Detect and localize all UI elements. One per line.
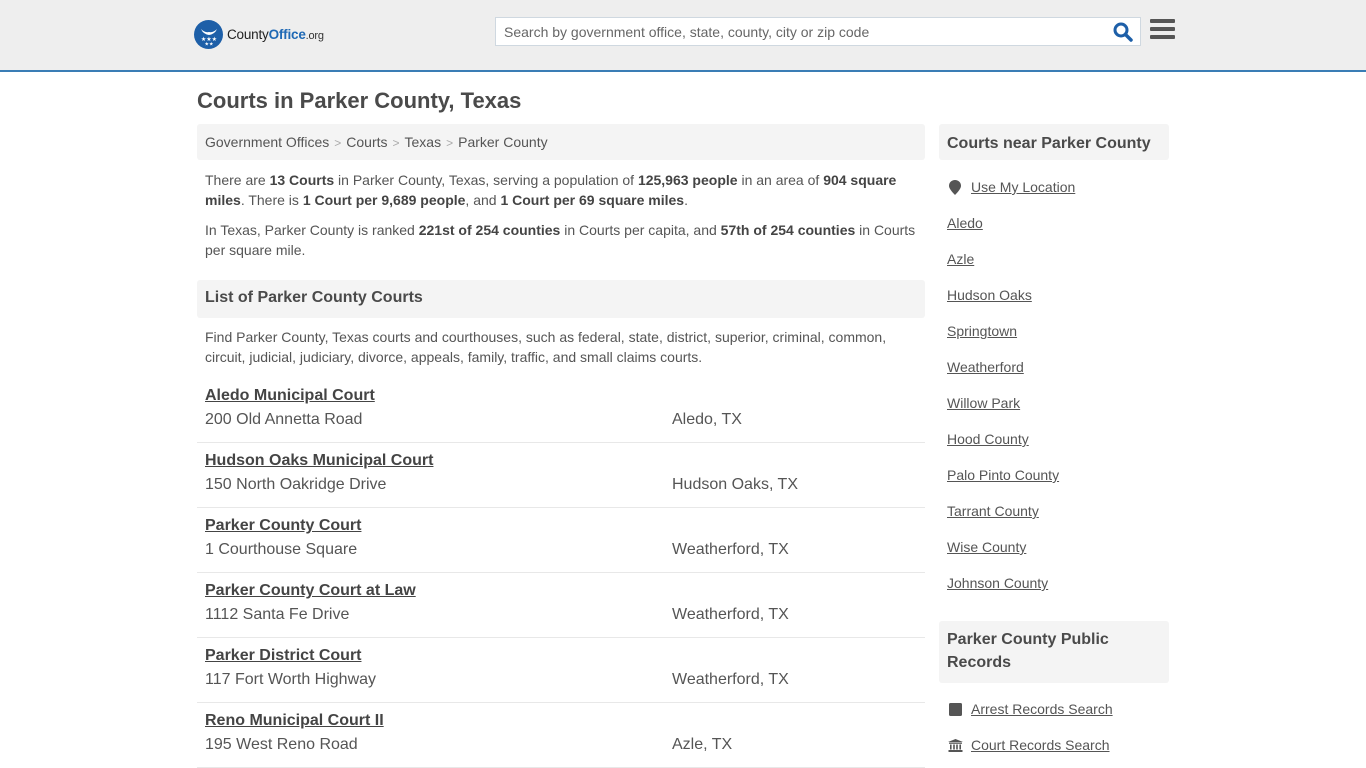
nearby-link[interactable]: Hudson Oaks bbox=[947, 287, 1032, 303]
search-bar bbox=[495, 17, 1141, 46]
use-my-location: Use My Location bbox=[947, 169, 1167, 205]
court-list-item: Parker County Court 1 Courthouse Square … bbox=[197, 508, 925, 573]
nearby-link-hood-county: Hood County bbox=[947, 421, 1167, 457]
intro-text: There are 13 Courts in Parker County, Te… bbox=[205, 170, 921, 270]
court-list-item: Hudson Oaks Municipal Court 150 North Oa… bbox=[197, 443, 925, 508]
court-list-item: Aledo Municipal Court 200 Old Annetta Ro… bbox=[197, 378, 925, 443]
nearby-link[interactable]: Springtown bbox=[947, 323, 1017, 339]
breadcrumb-government-offices[interactable]: Government Offices bbox=[205, 134, 329, 150]
nearby-link[interactable]: Weatherford bbox=[947, 359, 1024, 375]
court-name-link[interactable]: Reno Municipal Court II bbox=[205, 711, 384, 731]
search-input[interactable] bbox=[496, 18, 1096, 45]
nearby-link[interactable]: Tarrant County bbox=[947, 503, 1039, 519]
search-icon[interactable] bbox=[1112, 21, 1134, 43]
public-records-heading: Parker County Public Records bbox=[939, 621, 1169, 683]
nearby-link-palo-pinto-county: Palo Pinto County bbox=[947, 457, 1167, 493]
site-logo[interactable]: ★★★ ★★ CountyOffice.org bbox=[194, 20, 324, 49]
nearby-link-azle: Azle bbox=[947, 241, 1167, 277]
court-city: Azle, TX bbox=[672, 736, 733, 753]
arrest-records-item: Arrest Records Search bbox=[947, 691, 1167, 727]
court-name-link[interactable]: Aledo Municipal Court bbox=[205, 386, 375, 406]
breadcrumb-parker-county[interactable]: Parker County bbox=[458, 134, 547, 150]
arrest-records-link[interactable]: Arrest Records Search bbox=[971, 701, 1113, 717]
court-name-link[interactable]: Hudson Oaks Municipal Court bbox=[205, 451, 433, 471]
arrest-records-icon bbox=[947, 701, 963, 717]
nearby-link-tarrant-county: Tarrant County bbox=[947, 493, 1167, 529]
nearby-courts-list: Use My Location Aledo Azle Hudson Oaks S… bbox=[947, 169, 1167, 601]
court-list-item: Parker County Court at Law 1112 Santa Fe… bbox=[197, 573, 925, 638]
court-name-link[interactable]: Parker County Court bbox=[205, 516, 361, 536]
court-records-link[interactable]: Court Records Search bbox=[971, 737, 1110, 753]
court-list-heading: List of Parker County Courts bbox=[197, 280, 925, 318]
breadcrumb-courts[interactable]: Courts bbox=[346, 134, 387, 150]
court-list-item: Reno Municipal Court II 195 West Reno Ro… bbox=[197, 703, 925, 768]
courthouse-icon bbox=[947, 737, 963, 753]
nearby-link[interactable]: Wise County bbox=[947, 539, 1026, 555]
breadcrumb-separator: > bbox=[392, 136, 400, 150]
svg-text:★★: ★★ bbox=[204, 41, 213, 46]
nearby-link-springtown: Springtown bbox=[947, 313, 1167, 349]
use-my-location-link[interactable]: Use My Location bbox=[971, 179, 1075, 195]
breadcrumb: Government Offices > Courts > Texas > Parker C… bbox=[197, 124, 925, 160]
page-title: Courts in Parker County, Texas bbox=[197, 88, 522, 113]
intro-stats-paragraph: There are 13 Courts in Parker County, Te… bbox=[205, 172, 897, 208]
court-address: 1 Courthouse Square bbox=[205, 541, 358, 558]
court-city: Weatherford, TX bbox=[672, 541, 789, 558]
breadcrumb-separator: > bbox=[334, 136, 342, 150]
nearby-courts-heading: Courts near Parker County bbox=[939, 124, 1169, 160]
nearby-link[interactable]: Azle bbox=[947, 251, 974, 267]
court-list-item: Parker District Court 117 Fort Worth Hig… bbox=[197, 638, 925, 703]
court-name-link[interactable]: Parker District Court bbox=[205, 646, 362, 666]
court-city: Weatherford, TX bbox=[672, 671, 789, 688]
nearby-link[interactable]: Johnson County bbox=[947, 575, 1048, 591]
court-list: Aledo Municipal Court 200 Old Annetta Ro… bbox=[197, 378, 925, 768]
site-header: ★★★ ★★ CountyOffice.org bbox=[0, 0, 1366, 72]
breadcrumb-separator: > bbox=[446, 136, 454, 150]
court-name-link[interactable]: Parker County Court at Law bbox=[205, 581, 416, 601]
nearby-link-hudson-oaks: Hudson Oaks bbox=[947, 277, 1167, 313]
map-marker-icon bbox=[947, 179, 963, 195]
nearby-link[interactable]: Hood County bbox=[947, 431, 1029, 447]
nearby-link[interactable]: Aledo bbox=[947, 215, 983, 231]
intro-ranking-paragraph: In Texas, Parker County is ranked 221st … bbox=[205, 222, 916, 258]
court-address: 195 West Reno Road bbox=[205, 736, 358, 753]
logo-text: CountyOffice.org bbox=[227, 27, 324, 42]
court-list-description: Find Parker County, Texas courts and cou… bbox=[205, 329, 887, 365]
nearby-link-willow-park: Willow Park bbox=[947, 385, 1167, 421]
breadcrumb-texas[interactable]: Texas bbox=[405, 134, 442, 150]
nearby-link-weatherford: Weatherford bbox=[947, 349, 1167, 385]
court-city: Weatherford, TX bbox=[672, 606, 789, 623]
public-records-list: Arrest Records Search Court Records Sear… bbox=[947, 691, 1167, 763]
hamburger-menu-icon[interactable] bbox=[1150, 19, 1175, 41]
nearby-link-wise-county: Wise County bbox=[947, 529, 1167, 565]
nearby-link-aledo: Aledo bbox=[947, 205, 1167, 241]
nearby-link-johnson-county: Johnson County bbox=[947, 565, 1167, 601]
court-address: 150 North Oakridge Drive bbox=[205, 476, 387, 493]
court-address: 1112 Santa Fe Drive bbox=[205, 606, 350, 623]
court-records-item: Court Records Search bbox=[947, 727, 1167, 763]
court-address: 117 Fort Worth Highway bbox=[205, 671, 377, 688]
eagle-stars-icon: ★★★ ★★ bbox=[194, 20, 223, 49]
court-address: 200 Old Annetta Road bbox=[205, 411, 363, 428]
court-city: Aledo, TX bbox=[672, 411, 742, 428]
nearby-link[interactable]: Palo Pinto County bbox=[947, 467, 1059, 483]
nearby-link[interactable]: Willow Park bbox=[947, 395, 1020, 411]
court-city: Hudson Oaks, TX bbox=[672, 476, 798, 493]
